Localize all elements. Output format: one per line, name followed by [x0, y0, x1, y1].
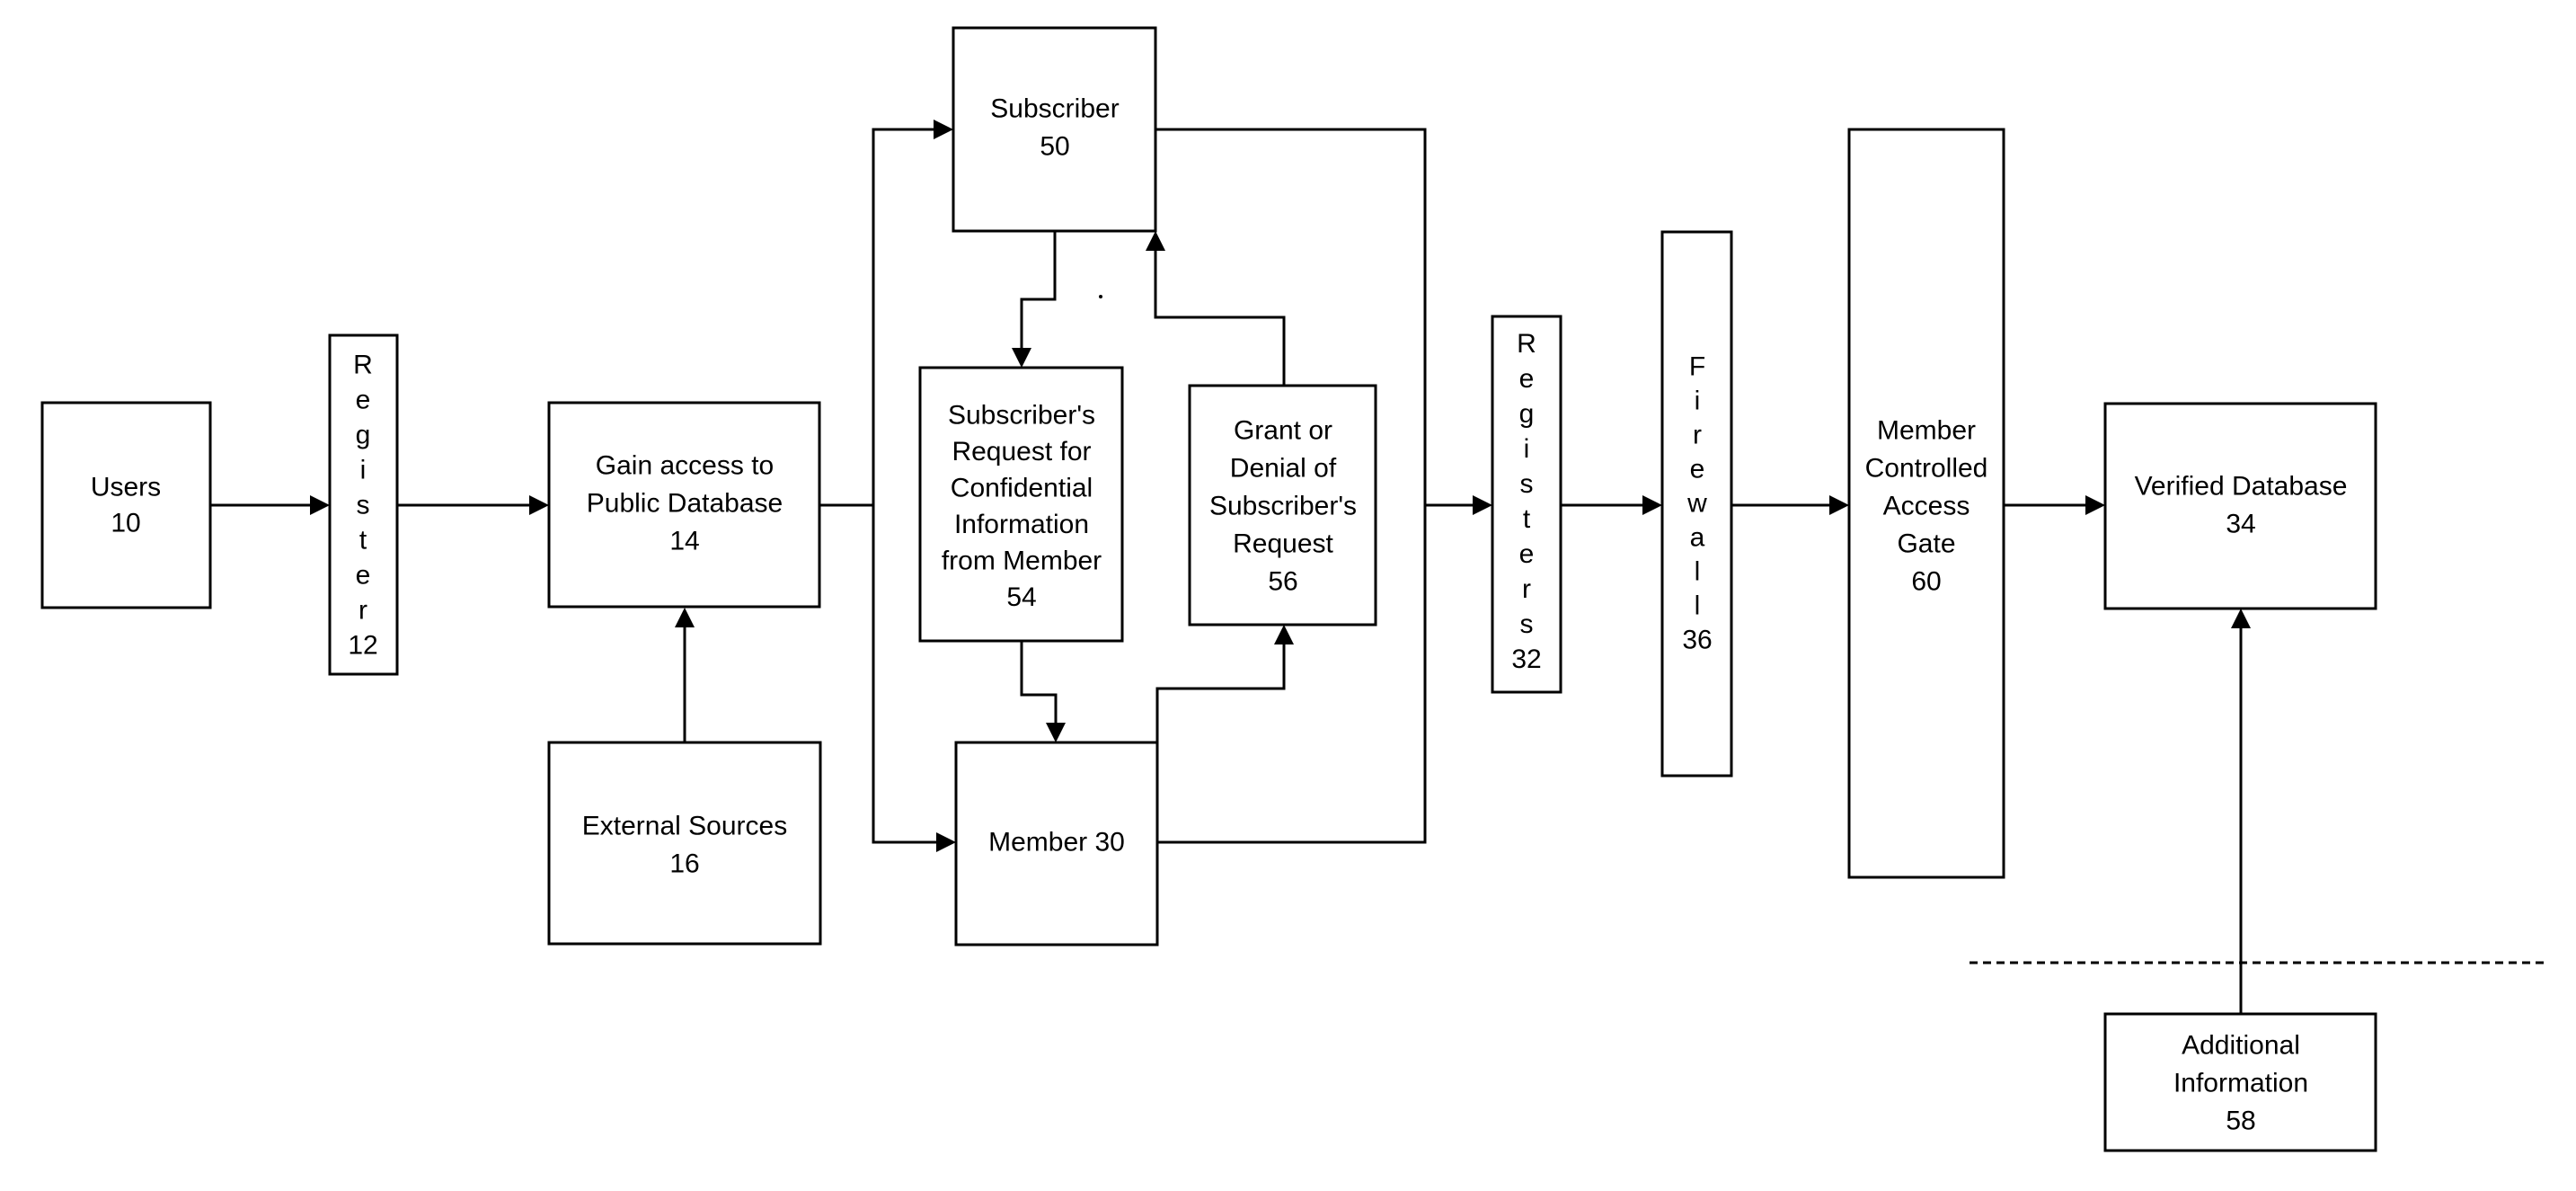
node-public-database[interactable]: Gain access to Public Database 14 [547, 401, 821, 609]
member-line: Member 30 [988, 828, 1125, 858]
edge-request-to-member [1020, 641, 1058, 727]
request-line: Confidential [951, 473, 1093, 502]
arrowhead-external-to-public-db [675, 608, 695, 627]
firewall-line: e [1690, 455, 1705, 484]
edge-grant-to-subscriber [1154, 247, 1286, 386]
arrowhead-grant-to-subscriber [1146, 231, 1165, 251]
flowchart-diagram: Users 10 Re g i s t e r 12 Gain access to Public … [40, 26, 2545, 1152]
node-registers-32[interactable]: Re g i s t e r s 32 [1491, 315, 1562, 694]
edge-member-to-grant [1155, 641, 1286, 742]
arrowhead-request-to-member [1046, 723, 1066, 742]
register-12-line: R [353, 351, 373, 380]
registers-32-line: i [1524, 434, 1530, 464]
node-firewall[interactable]: Fi r e w a l l 36 [1660, 230, 1733, 778]
node-access-gate[interactable]: Member Controlled Access Gate 60 [1847, 128, 2005, 879]
firewall-line: l [1695, 557, 1701, 587]
users-line: 10 [111, 509, 140, 538]
grant-denial-line: Request [1233, 529, 1333, 559]
registers-32-line: R [1517, 329, 1536, 359]
registers-32-line: e [1519, 539, 1535, 569]
verified-db-line: 34 [2226, 510, 2255, 539]
request-line: from Member [942, 546, 1102, 575]
arrowhead-subscriber-to-request [1012, 348, 1031, 368]
additional-info-line: Information [2173, 1069, 2308, 1098]
subscriber-line: 50 [1040, 132, 1069, 162]
grant-denial-line: Subscriber's [1209, 492, 1357, 521]
public-db-line: 14 [669, 527, 699, 556]
firewall-line: F [1689, 352, 1705, 382]
users-box[interactable] [40, 401, 212, 609]
arrowhead-merge-to-registers [1473, 495, 1492, 515]
public-db-line: Public Database [587, 489, 783, 519]
register-12-line: r [359, 596, 367, 626]
additional-info-line: Additional [2182, 1031, 2300, 1061]
request-line: Information [954, 510, 1089, 539]
arrowhead-firewall-to-gate [1829, 495, 1849, 515]
registers-32-line: s [1520, 469, 1534, 499]
access-gate-line: Access [1883, 492, 1970, 521]
arrowhead-users-to-register [310, 495, 330, 515]
arrowhead-gate-to-verified-db [2085, 495, 2105, 515]
access-gate-line: Member [1877, 416, 1976, 446]
node-external-sources[interactable]: External Sources 16 [547, 741, 822, 946]
subscriber-box[interactable] [952, 26, 1157, 233]
firewall-line: 36 [1682, 626, 1712, 655]
additional-info-line: 58 [2226, 1107, 2255, 1136]
node-verified-database[interactable]: Verified Database 34 [2103, 402, 2377, 610]
registers-32-line: g [1519, 399, 1535, 429]
verified-db-line: Verified Database [2135, 472, 2348, 502]
verified-database-box[interactable] [2103, 402, 2377, 610]
arrowhead-member-to-grant [1274, 625, 1294, 644]
users-line: Users [91, 473, 161, 502]
register-12-line: i [360, 456, 367, 485]
firewall-line: r [1693, 421, 1702, 450]
registers-32-line: s [1520, 609, 1534, 639]
node-additional-information[interactable]: Additional Information 58 [2103, 1012, 2377, 1152]
request-line: Subscriber's [948, 400, 1095, 430]
grant-denial-line: 56 [1268, 567, 1297, 597]
arrowhead-branch-to-member [936, 832, 956, 852]
external-sources-box[interactable] [547, 741, 822, 946]
request-line: 54 [1006, 582, 1036, 612]
request-line: Request for [952, 437, 1091, 467]
arrowhead-registers-to-firewall [1642, 495, 1662, 515]
register-12-line: s [357, 491, 370, 520]
firewall-line: a [1690, 523, 1705, 553]
register-12-line: t [359, 526, 367, 556]
node-register-12[interactable]: Re g i s t e r 12 [328, 333, 399, 676]
registers-32-line: e [1519, 364, 1535, 394]
access-gate-line: Controlled [1865, 454, 1988, 484]
grant-denial-line: Grant or [1234, 416, 1332, 446]
registers-32-line: 32 [1511, 644, 1541, 674]
register-12-line: 12 [348, 631, 377, 661]
access-gate-line: 60 [1911, 567, 1941, 597]
register-12-line: g [356, 421, 371, 450]
subscriber-line: Subscriber [990, 94, 1119, 124]
registers-32-line: r [1522, 574, 1531, 604]
public-db-line: Gain access to [596, 451, 774, 481]
access-gate-line: Gate [1897, 529, 1955, 559]
external-sources-line: 16 [669, 849, 699, 879]
edge-subscriber-to-request [1020, 231, 1057, 352]
node-users[interactable]: Users 10 [40, 401, 212, 609]
node-request-confidential-info[interactable]: Subscriber's Request for Confidential Infor… [918, 366, 1124, 643]
node-subscriber[interactable]: Subscriber 50 [952, 26, 1157, 233]
firewall-line: i [1695, 387, 1701, 416]
stray-dot [1099, 295, 1102, 298]
node-grant-denial[interactable]: Grant or Denial of Subscriber's Request 56 [1188, 384, 1377, 627]
node-member[interactable]: Member 30 [954, 741, 1159, 947]
registers-32-line: t [1523, 504, 1531, 534]
member-label: Member 30 [988, 828, 1125, 858]
external-sources-line: External Sources [582, 812, 787, 841]
register-12-line: e [356, 386, 371, 415]
grant-denial-line: Denial of [1230, 454, 1337, 484]
arrowhead-additional-to-verified-db [2231, 609, 2251, 628]
arrowhead-branch-to-subscriber [934, 120, 953, 139]
firewall-line: l [1695, 591, 1701, 621]
register-12-line: e [356, 561, 371, 591]
arrowhead-register-to-public-db [529, 495, 549, 515]
firewall-line: w [1686, 489, 1707, 519]
